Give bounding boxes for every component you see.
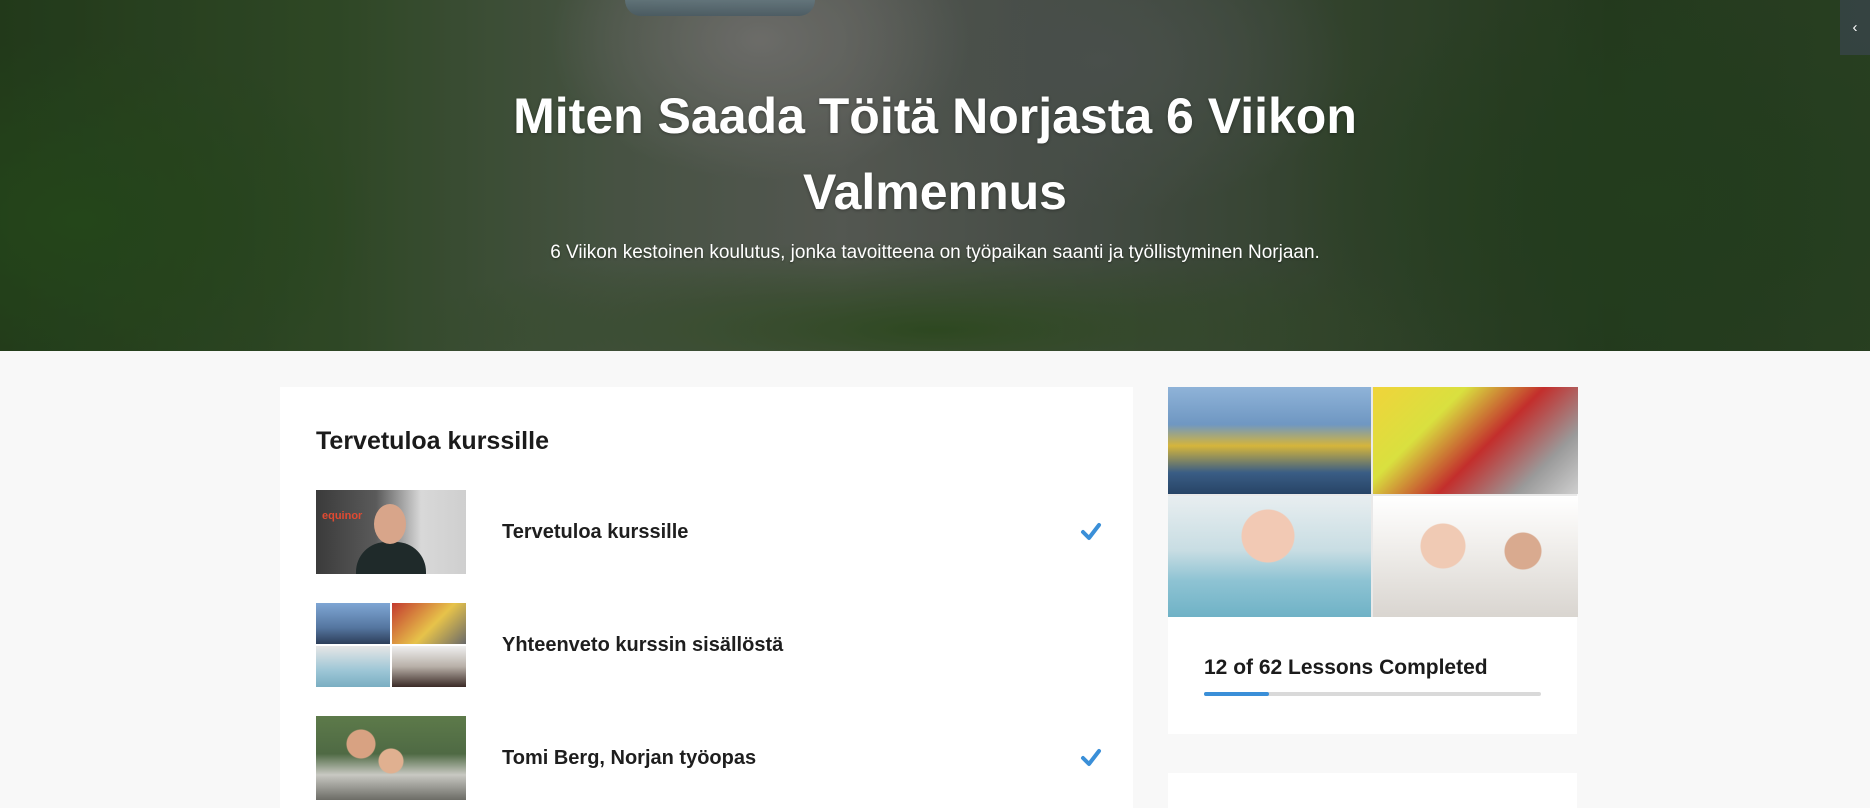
lesson-title[interactable]: Tervetuloa kurssille (502, 490, 688, 574)
oil-rig-image (1168, 387, 1371, 494)
lesson-thumbnail (316, 716, 466, 800)
progress-bar (1204, 692, 1541, 696)
nurse-image (1168, 496, 1371, 617)
sidebar-toggle-button[interactable]: ‹ (1840, 0, 1870, 55)
progress-text: 12 of 62 Lessons Completed (1204, 656, 1488, 679)
lesson-list-card: Tervetuloa kurssille equinor Tervetuloa … (280, 387, 1133, 808)
lesson-title[interactable]: Yhteenveto kurssin sisällöstä (502, 603, 783, 687)
equinor-logo: equinor (322, 510, 363, 522)
check-icon (1081, 523, 1101, 540)
lesson-item-guide[interactable]: Tomi Berg, Norjan työopas (316, 716, 1102, 801)
lesson-title[interactable]: Tomi Berg, Norjan työopas (502, 716, 756, 800)
lesson-item-summary[interactable]: Yhteenveto kurssin sisällöstä (316, 603, 1102, 688)
industrial-workers-image (1373, 387, 1578, 494)
sidebar-card (1168, 773, 1577, 808)
chefs-image (1373, 496, 1578, 617)
lesson-item-welcome[interactable]: equinor Tervetuloa kurssille (316, 490, 1102, 575)
course-title: Miten Saada Töitä Norjasta 6 Viikon Valm… (513, 88, 1357, 220)
section-title: Tervetuloa kurssille (316, 427, 549, 455)
progress-bar-fill (1204, 692, 1270, 696)
course-subtitle: 6 Viikon kestoinen koulutus, jonka tavoi… (550, 242, 1320, 263)
hero-background-detail (625, 0, 815, 16)
check-icon (1081, 749, 1101, 766)
lesson-thumbnail (316, 603, 466, 687)
chevron-left-icon: ‹ (1852, 19, 1858, 36)
lesson-thumbnail: equinor (316, 490, 466, 574)
course-progress-card: 12 of 62 Lessons Completed (1168, 387, 1578, 734)
course-image (1168, 387, 1578, 617)
